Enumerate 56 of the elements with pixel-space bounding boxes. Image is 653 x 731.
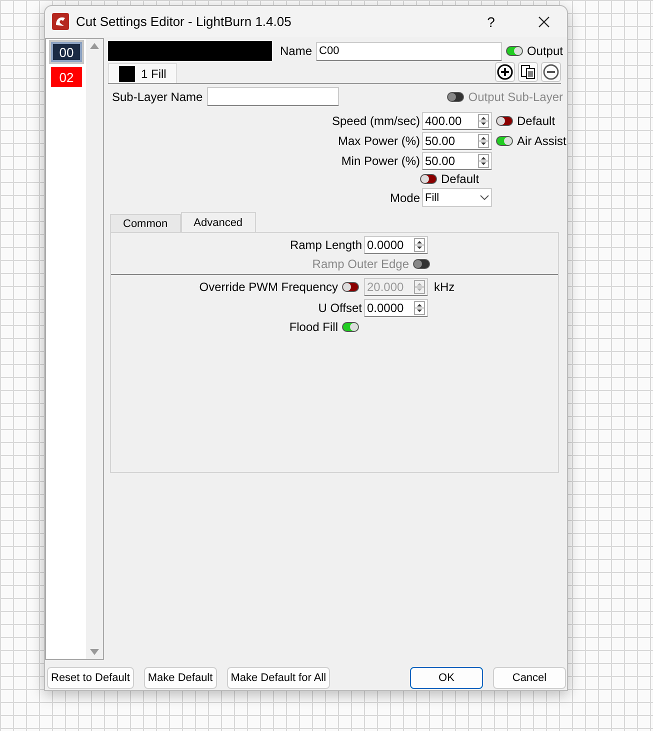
- spin-arrows-icon[interactable]: [414, 301, 425, 315]
- tab-label: 1 Fill: [141, 66, 166, 80]
- field-label: Override PWM Frequency: [198, 280, 339, 294]
- unit-label: kHz: [433, 280, 456, 294]
- window-title: Cut Settings Editor - LightBurn 1.4.05: [76, 14, 292, 29]
- toggle-label: Default: [517, 114, 556, 128]
- footer-button[interactable]: Make Default for All: [226, 667, 330, 689]
- output-sublayer-label: Output Sub-Layer: [468, 90, 563, 104]
- app-logo-icon: [52, 13, 69, 30]
- toggle-switch[interactable]: [496, 116, 513, 126]
- ok-button[interactable]: OK: [410, 667, 483, 689]
- layer-color-bar[interactable]: [108, 41, 272, 61]
- tab[interactable]: Common: [110, 214, 181, 232]
- sublayer-tab[interactable]: 1 Fill: [108, 63, 178, 83]
- field-label: Speed (mm/sec): [330, 114, 420, 128]
- toggle-label: Air Assist: [517, 134, 566, 148]
- field-label: Ramp Outer Edge: [312, 257, 409, 271]
- sublayer-name-label: Sub-Layer Name: [112, 90, 203, 104]
- chevron-down-icon: [480, 195, 489, 200]
- close-icon[interactable]: [538, 16, 550, 28]
- footer-button[interactable]: Reset to Default: [47, 667, 134, 689]
- spin-arrows-icon[interactable]: [414, 238, 425, 252]
- toggle-switch[interactable]: [496, 136, 513, 146]
- spin-arrows-icon[interactable]: [478, 154, 489, 168]
- cancel-button[interactable]: Cancel: [493, 667, 566, 689]
- sublayer-name-field[interactable]: [206, 87, 339, 106]
- help-button[interactable]: ?: [468, 6, 514, 36]
- layer-item[interactable]: 02: [51, 67, 82, 87]
- toggle-switch[interactable]: [506, 46, 523, 56]
- copy-icon[interactable]: [518, 62, 538, 82]
- add-icon[interactable]: [495, 62, 515, 82]
- spin-box[interactable]: 0.0000: [364, 299, 428, 317]
- field-label: Min Power (%): [340, 154, 420, 168]
- spin-box[interactable]: 50.00: [422, 152, 492, 170]
- output-label: Output: [526, 44, 563, 58]
- name-field[interactable]: C00: [316, 42, 502, 60]
- name-label: Name: [280, 44, 312, 58]
- spin-box[interactable]: 0.0000: [364, 236, 428, 254]
- mode-label: Mode: [388, 190, 420, 204]
- spin-arrows-icon[interactable]: [478, 134, 489, 148]
- layer-item[interactable]: 00: [51, 42, 82, 62]
- footer-button[interactable]: Make Default: [144, 667, 217, 689]
- toggle-label: Default: [441, 172, 480, 186]
- spin-box[interactable]: 50.00: [422, 132, 492, 150]
- remove-icon[interactable]: [541, 62, 561, 82]
- spin-arrows-icon[interactable]: [478, 114, 489, 128]
- field-label: Max Power (%): [336, 134, 420, 148]
- spin-box[interactable]: 400.00: [422, 112, 492, 130]
- field-label: U Offset: [317, 301, 363, 315]
- tab[interactable]: Advanced: [180, 212, 256, 232]
- toggle-switch[interactable]: [342, 322, 359, 332]
- field-label: Ramp Length: [288, 238, 363, 252]
- toggle-switch[interactable]: [420, 174, 437, 184]
- toggle-switch[interactable]: [342, 282, 359, 292]
- mode-dropdown[interactable]: Fill: [422, 188, 492, 207]
- field-label: Flood Fill: [288, 320, 339, 334]
